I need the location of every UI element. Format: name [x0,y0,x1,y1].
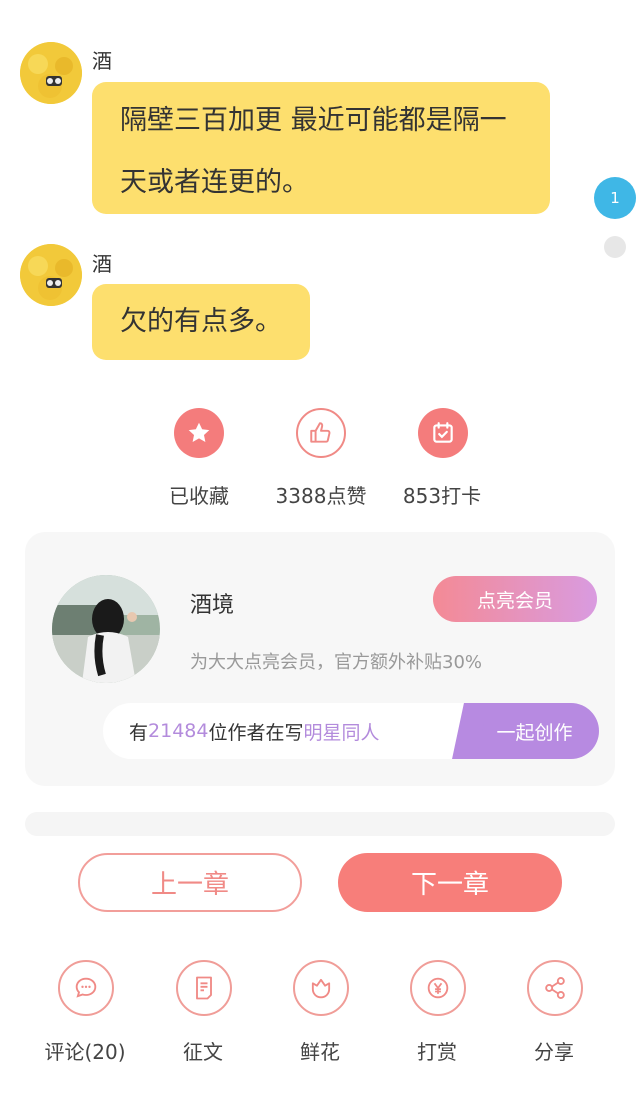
share-icon [545,977,565,999]
previous-chapter-button[interactable]: 上一章 [78,853,302,912]
star-icon [188,422,210,442]
thumbs-up-icon [310,422,331,443]
writers-topic: 明星同人 [303,721,380,744]
paragraph-comment-dot[interactable] [604,236,626,258]
flower-button[interactable] [293,960,349,1016]
author-card-name[interactable]: 酒境 [190,587,234,619]
like-count: 3388点赞 [275,484,367,508]
membership-promo-text: 为大大点亮会员，官方额外补贴30% [190,652,483,673]
author-profile-photo[interactable] [52,575,160,683]
flower-icon [311,978,331,999]
share-button[interactable] [527,960,583,1016]
flower-label: 鲜花 [300,1040,340,1064]
checkin-button[interactable] [418,408,468,458]
comment-button[interactable] [58,960,114,1016]
writers-prefix: 有 [129,721,149,744]
favorite-button[interactable] [174,408,224,458]
comment-icon [75,977,97,998]
author-avatar[interactable] [20,244,82,306]
calendar-check-icon [433,422,453,443]
writers-count: 21484 [148,720,209,742]
reward-button[interactable] [410,960,466,1016]
comment-label: 评论(20) [44,1040,126,1064]
like-button[interactable] [296,408,346,458]
author-name: 酒 [92,252,112,276]
author-name: 酒 [92,49,112,73]
message-bubble[interactable]: 隔壁三百加更 最近可能都是隔一天或者连更的。 [92,82,550,214]
paragraph-comment-badge[interactable]: 1 [594,177,636,219]
next-chapter-button[interactable]: 下一章 [338,853,562,912]
essay-icon [196,976,212,1000]
reward-label: 打赏 [417,1040,457,1064]
favorite-label: 已收藏 [169,484,229,508]
message-bubble[interactable]: 欠的有点多。 [92,284,310,360]
essay-button[interactable] [176,960,232,1016]
writers-info-bar[interactable]: 有 21484 位作者在写 明星同人 [103,703,473,759]
reward-icon [427,977,449,999]
share-label: 分享 [534,1040,574,1064]
checkin-count: 853打卡 [402,484,482,508]
writers-middle: 位作者在写 [208,721,304,744]
author-avatar[interactable] [20,42,82,104]
light-up-membership-button[interactable]: 点亮会员 [433,576,597,622]
create-together-label: 一起创作 [496,721,573,744]
essay-label: 征文 [183,1040,223,1064]
placeholder-bar [25,812,615,836]
create-together-button[interactable]: 一起创作 [470,703,599,759]
